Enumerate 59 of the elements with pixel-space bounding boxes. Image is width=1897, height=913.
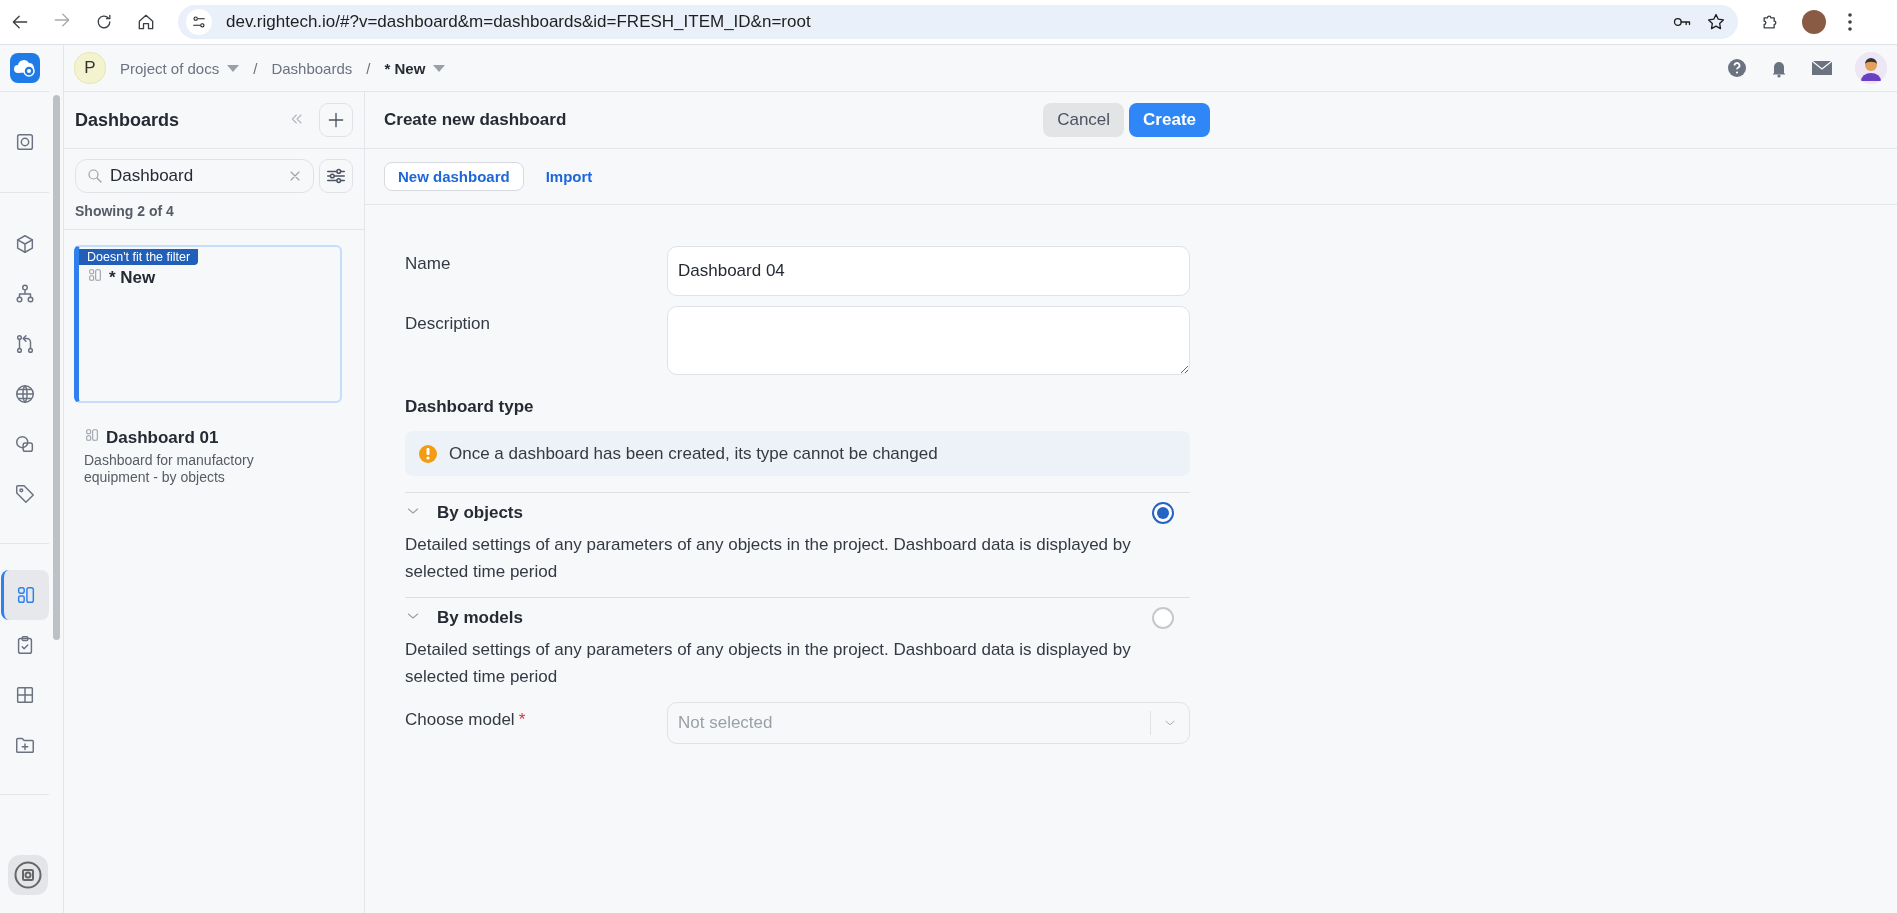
cancel-button[interactable]: Cancel xyxy=(1043,103,1125,137)
field-label: Name xyxy=(405,253,452,275)
dashboard-icon xyxy=(87,267,103,283)
option-title: By objects xyxy=(437,503,523,523)
cloud-logo-icon[interactable] xyxy=(9,53,40,83)
scrollbar[interactable] xyxy=(53,95,60,640)
menu-icon[interactable] xyxy=(1848,13,1852,31)
dashboard-icon xyxy=(15,584,37,606)
breadcrumb-separator: / xyxy=(366,59,371,77)
notice-text: Once a dashboard has been created, its type cannot be changed xyxy=(449,443,938,464)
tag-icon xyxy=(13,483,36,505)
dashboard-title: * New xyxy=(109,267,156,288)
field-label: Description xyxy=(405,313,492,335)
device-button[interactable] xyxy=(8,855,48,895)
hierarchy-icon xyxy=(13,283,36,305)
help-icon[interactable] xyxy=(1727,58,1747,78)
add-button[interactable] xyxy=(319,103,353,137)
name-field[interactable]: Dashboard 04 xyxy=(667,246,1190,296)
dashboard-card[interactable]: Doesn't fit the filter * New xyxy=(74,245,342,403)
option-title: By models xyxy=(437,608,523,628)
tab[interactable]: Import xyxy=(531,162,607,191)
radio-button[interactable] xyxy=(1152,502,1174,524)
breadcrumb-link[interactable]: Dashboards xyxy=(271,59,353,77)
panel-title: Dashboards xyxy=(75,109,180,131)
field-label: Choose model * xyxy=(405,709,527,731)
plus-icon xyxy=(326,110,346,130)
description-field[interactable] xyxy=(667,306,1190,375)
filter-badge: Doesn't fit the filter xyxy=(79,249,199,265)
search-icon xyxy=(86,167,104,185)
create-button[interactable]: Create xyxy=(1129,103,1210,137)
address-bar[interactable]: dev.rightech.io/#?v=dashboard&m=dashboards&id=FRESH_ITEM_ID&n=root xyxy=(178,5,1738,39)
device-circle-icon xyxy=(13,860,43,890)
dashboard-icon xyxy=(84,427,100,443)
section-heading: Dashboard type xyxy=(405,397,535,417)
option-description: Detailed settings of any parameters of any objects in the project. Dashboard data is displayed by selected time period xyxy=(405,639,1132,688)
home-icon xyxy=(136,12,156,32)
page-title: Create new dashboard xyxy=(384,110,567,130)
dashboard-title: Dashboard 01 xyxy=(106,427,219,448)
url-text: dev.rightech.io/#?v=dashboard&m=dashboards&id=FRESH_ITEM_ID&n=root xyxy=(226,12,812,32)
search-field[interactable]: Dashboard xyxy=(75,159,314,193)
globe-icon xyxy=(13,383,36,405)
star-icon xyxy=(1706,12,1726,32)
dashboard-description: Dashboard for manufactory equipment - by objects xyxy=(84,452,255,486)
shapes-icon xyxy=(13,433,36,455)
project-avatar[interactable]: P xyxy=(74,52,106,84)
current-breadcrumb[interactable]: * New xyxy=(384,59,446,77)
mail-icon[interactable] xyxy=(1811,59,1833,77)
tab[interactable]: New dashboard xyxy=(384,162,524,191)
project-dropdown[interactable]: Project of docs xyxy=(120,59,240,77)
breadcrumb-separator: / xyxy=(253,59,258,77)
site-settings-icon xyxy=(191,14,207,30)
dashboard-card[interactable]: Dashboard 01 Dashboard for manufactory equipment - by objects xyxy=(74,425,342,488)
profile-avatar[interactable] xyxy=(1802,10,1826,34)
option-description: Detailed settings of any parameters of any objects in the project. Dashboard data is displayed by selected time period xyxy=(405,534,1132,583)
radio-button[interactable] xyxy=(1152,607,1174,629)
filter-button[interactable] xyxy=(319,159,353,193)
warning-icon xyxy=(419,444,437,463)
result-count: Showing 2 of 4 xyxy=(64,193,364,230)
rail-item[interactable] xyxy=(0,570,49,620)
